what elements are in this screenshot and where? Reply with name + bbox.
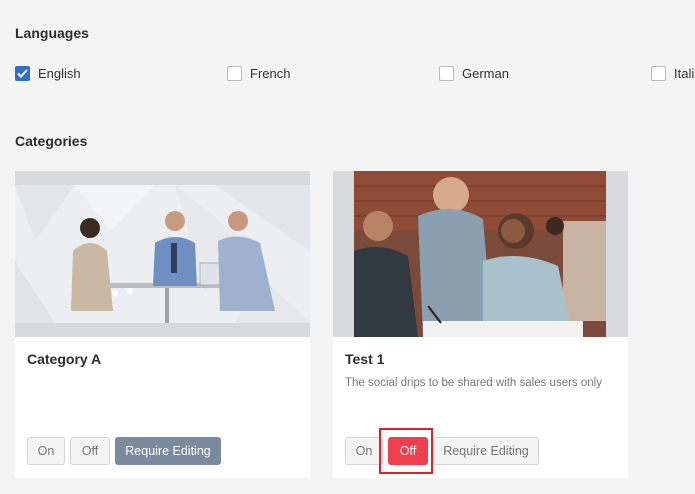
require-editing-button[interactable]: Require Editing — [433, 437, 539, 465]
language-label: French — [250, 66, 291, 81]
checkbox-italian[interactable] — [651, 66, 666, 81]
category-title: Category A — [27, 351, 102, 367]
language-option-english[interactable]: English — [15, 66, 81, 81]
off-button-highlight — [379, 428, 433, 474]
categories-heading: Categories — [15, 133, 88, 149]
language-option-german[interactable]: German — [439, 66, 509, 81]
on-button[interactable]: On — [345, 437, 383, 465]
category-card: Test 1 The social drips to be shared wit… — [333, 171, 628, 478]
language-label: Itali — [674, 66, 695, 81]
checkbox-english[interactable] — [15, 66, 30, 81]
on-button[interactable]: On — [27, 437, 65, 465]
check-icon — [17, 69, 28, 78]
require-editing-button[interactable]: Require Editing — [115, 437, 221, 465]
language-option-italian[interactable]: Itali — [651, 66, 694, 81]
category-title: Test 1 — [345, 351, 385, 367]
language-option-french[interactable]: French — [227, 66, 290, 81]
checkbox-french[interactable] — [227, 66, 242, 81]
languages-list: English French German Itali — [0, 66, 695, 84]
category-image — [15, 171, 310, 337]
language-label: English — [38, 66, 81, 81]
off-button[interactable]: Off — [70, 437, 110, 465]
category-card: Category A On Off Require Editing — [15, 171, 310, 478]
language-label: German — [462, 66, 509, 81]
category-image — [333, 171, 628, 337]
checkbox-german[interactable] — [439, 66, 454, 81]
languages-heading: Languages — [15, 25, 89, 41]
category-description: The social drips to be shared with sales… — [345, 377, 602, 389]
